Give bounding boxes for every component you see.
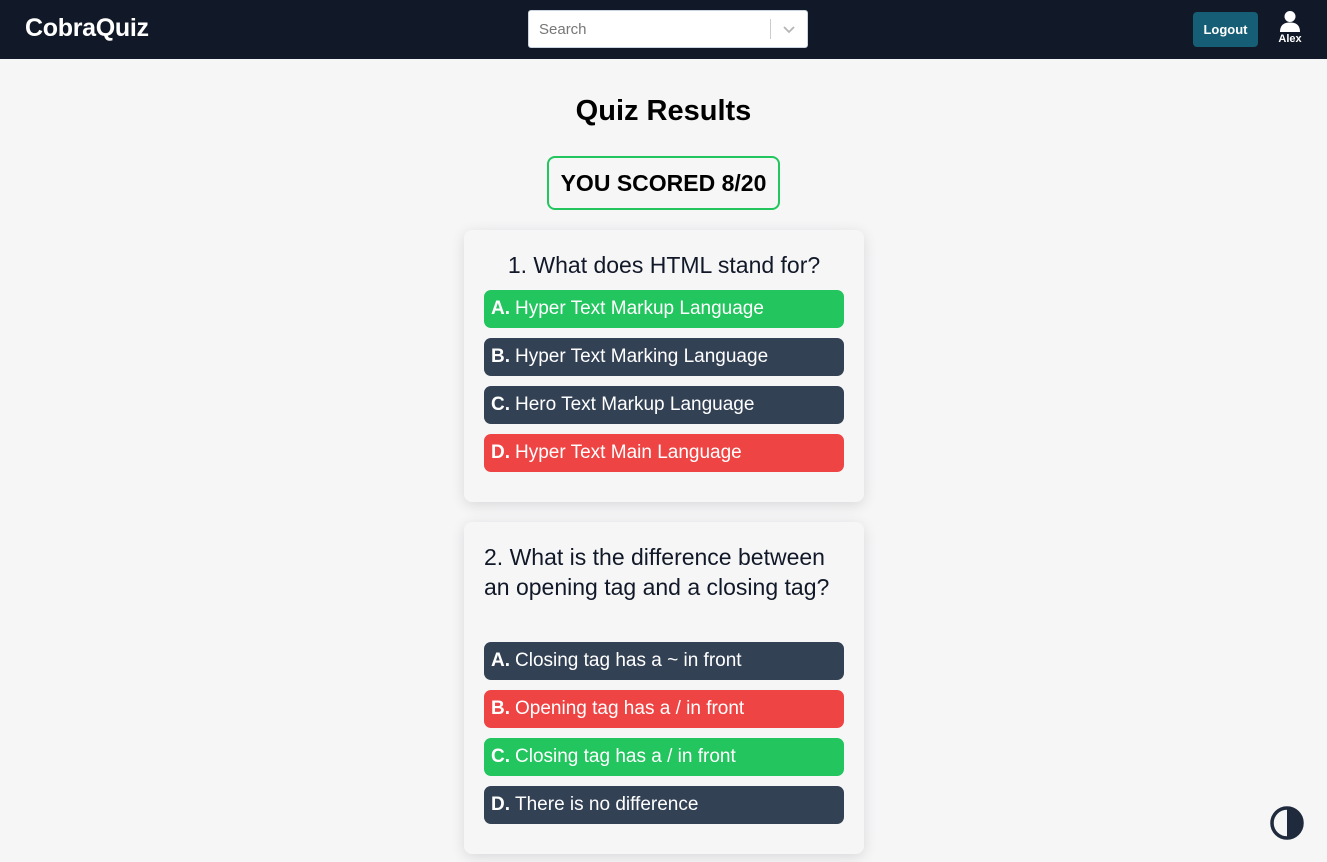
answer-option-a[interactable]: A. Hyper Text Markup Language: [484, 290, 844, 328]
search-select[interactable]: [528, 10, 808, 48]
answer-option-c[interactable]: C. Closing tag has a / in front: [484, 738, 844, 776]
option-text: Closing tag has a ~ in front: [515, 650, 742, 671]
theme-toggle-button[interactable]: [1270, 806, 1304, 840]
contrast-icon: [1270, 806, 1304, 844]
user-icon: [1273, 10, 1307, 32]
option-text: Closing tag has a / in front: [515, 746, 736, 767]
question-card: 2. What is the difference between an ope…: [464, 522, 864, 854]
option-text: Hyper Text Marking Language: [515, 346, 769, 367]
option-text: Hyper Text Main Language: [515, 442, 742, 463]
option-letter: A.: [491, 298, 510, 319]
search-input[interactable]: [529, 11, 769, 47]
score-badge: YOU SCORED 8/20: [547, 156, 780, 210]
option-text: There is no difference: [515, 794, 699, 815]
option-letter: B.: [491, 698, 510, 719]
navbar: CobraQuiz Logout Alex: [0, 0, 1327, 59]
username-label: Alex: [1278, 33, 1302, 45]
answer-option-d[interactable]: D. Hyper Text Main Language: [484, 434, 844, 472]
option-letter: B.: [491, 346, 510, 367]
page-title: Quiz Results: [575, 95, 752, 127]
option-text: Opening tag has a / in front: [515, 698, 745, 719]
answer-option-d[interactable]: D. There is no difference: [484, 786, 844, 824]
answer-option-b[interactable]: B. Hyper Text Marking Language: [484, 338, 844, 376]
option-text: Hyper Text Markup Language: [515, 298, 764, 319]
option-letter: C.: [491, 746, 510, 767]
brand-logo[interactable]: CobraQuiz: [25, 14, 149, 43]
search-divider: [770, 19, 771, 39]
option-letter: D.: [491, 442, 510, 463]
user-menu[interactable]: Alex: [1273, 10, 1307, 50]
option-letter: A.: [491, 650, 510, 671]
question-card: 1. What does HTML stand for? A. Hyper Te…: [464, 230, 864, 502]
logout-button[interactable]: Logout: [1193, 12, 1258, 47]
option-text: Hero Text Markup Language: [515, 394, 755, 415]
question-text: 2. What is the difference between an ope…: [484, 544, 830, 600]
answer-option-c[interactable]: C. Hero Text Markup Language: [484, 386, 844, 424]
answer-option-a[interactable]: A. Closing tag has a ~ in front: [484, 642, 844, 680]
question-text: 1. What does HTML stand for?: [507, 252, 821, 278]
option-letter: C.: [491, 394, 510, 415]
chevron-down-icon[interactable]: [781, 21, 797, 37]
option-letter: D.: [491, 794, 510, 815]
answer-option-b[interactable]: B. Opening tag has a / in front: [484, 690, 844, 728]
